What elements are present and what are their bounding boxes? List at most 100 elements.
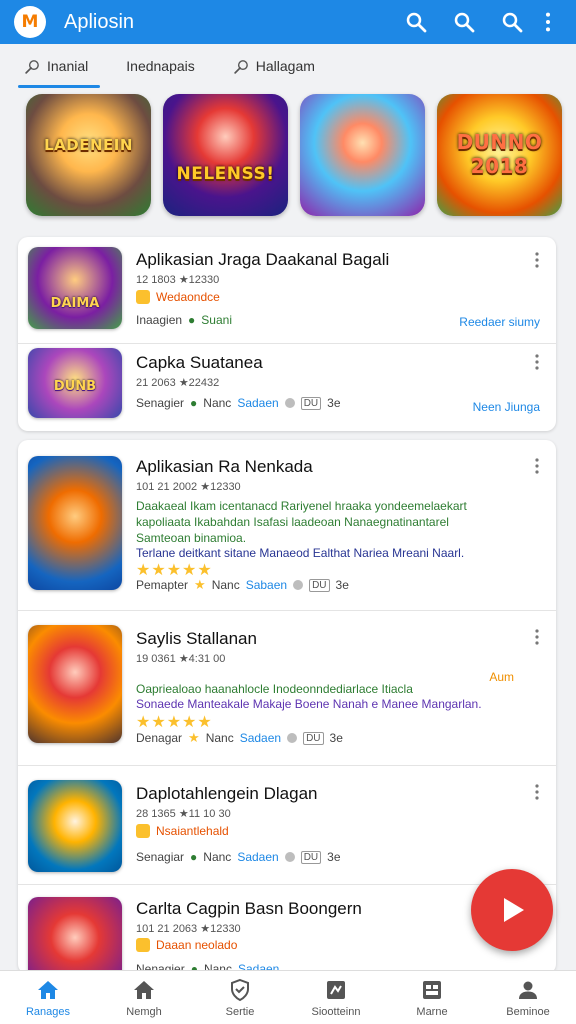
nav-label: Beminoe: [506, 1005, 550, 1018]
footer-end: 3e: [329, 731, 343, 745]
footer-mid: Nanc: [203, 396, 232, 410]
nav-item-sertie[interactable]: Sertie: [192, 971, 288, 1024]
list-item[interactable]: DAIMA Aplikasian Jraga Daakanal Bagali 1…: [18, 237, 556, 343]
app-title[interactable]: Saylis Stallanan: [136, 629, 257, 649]
app-link[interactable]: Neen Jiunga: [473, 400, 540, 414]
app-description: Daakaeal Ikam icentanacd Rariyenel hraak…: [136, 499, 467, 513]
app-thumbnail[interactable]: [28, 456, 122, 590]
tab-hallagam[interactable]: Hallagam: [227, 44, 321, 88]
play-icon: [504, 898, 524, 922]
app-meta: 28 1365 ★11 10 30: [136, 807, 231, 820]
home-icon: [38, 980, 58, 999]
app-footer: Senagiar ● Nanc Sadaen DU 3e: [136, 850, 341, 864]
app-logo[interactable]: M: [14, 6, 46, 38]
app-badge: Daaan neolado: [136, 938, 237, 952]
app-thumbnail[interactable]: [28, 897, 122, 974]
list-item[interactable]: DUNB Capka Suatanea 21 2063 ★22432 Senag…: [18, 344, 556, 431]
more-vert-icon[interactable]: [532, 782, 542, 802]
app-description: kapoliaata Ikabahdan Isafasi laadeoan Na…: [136, 515, 449, 529]
app-description: Oapriealoao haanahlocle Inodeonndediarla…: [136, 682, 413, 696]
search-icon[interactable]: [446, 4, 482, 40]
tab-inednapais[interactable]: Inednapais: [120, 44, 201, 88]
app-title[interactable]: Capka Suatanea: [136, 353, 263, 373]
more-vert-icon[interactable]: [532, 627, 542, 647]
more-vert-icon[interactable]: [532, 456, 542, 476]
search-icon: [25, 59, 39, 74]
app-meta: 101 21 2002 ★12330: [136, 480, 241, 493]
nav-item-beminoe[interactable]: Beminoe: [480, 971, 576, 1024]
app-link[interactable]: Reedaer siumy: [459, 315, 540, 329]
app-title[interactable]: Aplikasian Jraga Daakanal Bagali: [136, 250, 389, 270]
meta-text: 101 21 2002 ★12330: [136, 481, 241, 493]
footer-left: Denagar: [136, 731, 183, 745]
app-title[interactable]: Daplotahlengein Dlagan: [136, 784, 317, 804]
app-description: Samteoan binamioa.: [136, 531, 247, 545]
tab-label: Inednapais: [126, 58, 195, 74]
shield-icon: [231, 978, 249, 1001]
meta-text: 28 1365 ★11 10 30: [136, 808, 231, 820]
more-vert-icon[interactable]: [534, 4, 562, 40]
nav-label: Ranages: [25, 1005, 71, 1018]
meta-text: 21 2063 ★22432: [136, 377, 220, 389]
list-item[interactable]: Daplotahlengein Dlagan 28 1365 ★11 10 30…: [18, 766, 556, 884]
app-link[interactable]: Aum: [489, 670, 514, 684]
banner-game-2[interactable]: NELENSS!: [163, 94, 288, 216]
app-thumbnail[interactable]: DUNB: [28, 348, 122, 418]
banner-game-3[interactable]: [300, 94, 425, 216]
banner-caption: NELENSS!: [176, 164, 275, 184]
nav-item-ranages[interactable]: Ranages: [0, 971, 96, 1024]
app-thumbnail[interactable]: [28, 625, 122, 743]
footer-blue[interactable]: Sadaen: [240, 731, 281, 745]
footer-end: 3e: [327, 850, 341, 864]
footer-left: Senagiar: [136, 850, 185, 864]
app-title[interactable]: Carlta Cagpin Basn Boongern: [136, 899, 362, 919]
list-item[interactable]: Aplikasian Ra Nenkada 101 21 2002 ★12330…: [18, 440, 556, 610]
footer-left: Inaagien: [136, 313, 183, 327]
profile-icon: [519, 981, 537, 999]
app-footer: Senagier ● Nanc Sadaen DU 3e: [136, 396, 341, 410]
tab-label: Inanial: [47, 58, 89, 74]
nav-item-nemgh[interactable]: Nemgh: [96, 971, 192, 1024]
search-icon: [234, 59, 248, 74]
nav-item-siootteinn[interactable]: Siootteinn: [288, 971, 384, 1024]
banner-caption: LADENEIN: [44, 136, 133, 154]
app-thumbnail[interactable]: DAIMA: [28, 247, 122, 329]
stars: ★★★★★: [136, 714, 213, 731]
nav-item-marne[interactable]: Marne: [384, 971, 480, 1024]
tab-inanial[interactable]: Inanial: [18, 44, 101, 88]
play-fab-button[interactable]: [471, 869, 553, 951]
more-vert-icon[interactable]: [532, 250, 542, 270]
search-icon[interactable]: [494, 4, 530, 40]
list-item[interactable]: Saylis Stallanan 19 0361 ★4:31 00 Aum Oa…: [18, 611, 556, 765]
banner-game-1[interactable]: LADENEIN: [26, 94, 151, 216]
featured-banners: LADENEIN NELENSS! DUNNO 2018: [26, 94, 562, 216]
footer-blue[interactable]: Sabaen: [246, 578, 287, 592]
thumb-label: DAIMA: [50, 296, 100, 311]
app-meta: 12 1803 ★12330: [136, 273, 219, 286]
footer-left: Senagier: [136, 396, 185, 410]
footer-end: 3e: [335, 578, 349, 592]
footer-box: DU: [309, 578, 330, 592]
app-footer: Inaagien ● Suani: [136, 313, 232, 327]
banner-game-4[interactable]: DUNNO 2018: [437, 94, 562, 216]
more-vert-icon[interactable]: [532, 352, 542, 372]
app-title[interactable]: Aplikasian Ra Nenkada: [136, 457, 313, 477]
app-meta: 21 2063 ★22432: [136, 376, 219, 389]
search-icon[interactable]: [398, 4, 434, 40]
meta-text: 12 1803 ★12330: [136, 274, 220, 286]
app-thumbnail[interactable]: [28, 780, 122, 872]
home-outline-icon: [134, 980, 154, 999]
app-badge: Wedaondce: [136, 290, 220, 304]
footer-left: Pemapter: [136, 578, 189, 592]
badge-text: Wedaondce: [156, 290, 220, 304]
meta-text: 19 0361 ★4:31 00: [136, 653, 226, 665]
footer-blue[interactable]: Sadaen: [237, 850, 278, 864]
leaf-icon: ●: [188, 313, 196, 327]
leaf-icon: ●: [190, 850, 198, 864]
nav-label: Siootteinn: [311, 1005, 361, 1018]
footer-box: DU: [300, 850, 322, 864]
footer-mid: Nanc: [203, 850, 232, 864]
logo-letter: M: [21, 12, 39, 32]
thumb-label: DUNB: [53, 379, 97, 394]
footer-blue[interactable]: Sadaen: [237, 396, 278, 410]
